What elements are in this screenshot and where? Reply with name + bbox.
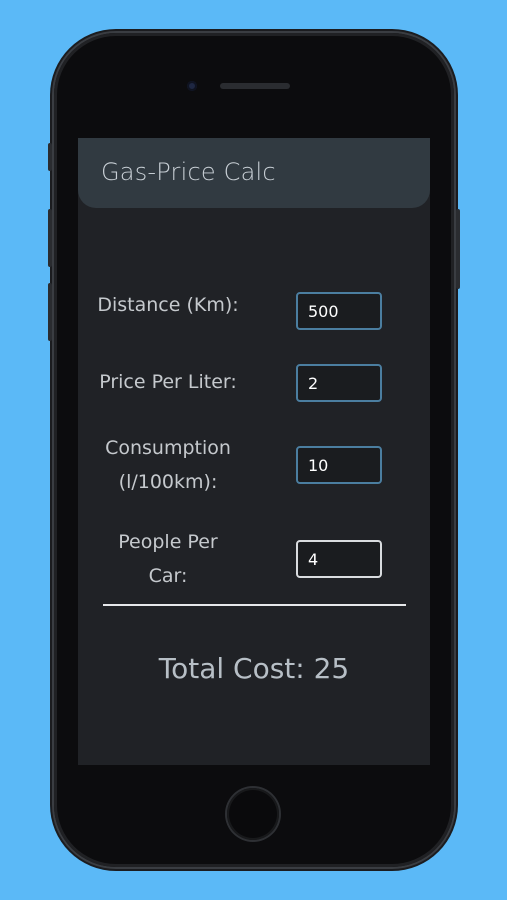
people-label: People Per Car:: [78, 525, 258, 593]
consumption-label-line2: (l/100km):: [118, 471, 218, 493]
divider: [103, 604, 406, 606]
navigation-bar: Gas-Price Calc: [78, 138, 430, 208]
price-label: Price Per Liter:: [78, 365, 258, 399]
silent-switch: [48, 143, 52, 171]
distance-input[interactable]: [296, 292, 382, 330]
total-cost-label: Total Cost: 25: [158, 652, 350, 685]
phone-frame: Gas-Price Calc Distance (Km): Price Per …: [48, 33, 460, 867]
distance-label: Distance (Km):: [78, 288, 258, 322]
power-button: [456, 209, 460, 289]
app-screen: Gas-Price Calc Distance (Km): Price Per …: [78, 138, 430, 765]
price-per-liter-input[interactable]: [296, 364, 382, 402]
front-camera: [187, 81, 197, 91]
distance-label-text: Distance (Km):: [97, 294, 239, 316]
price-label-text: Price Per Liter:: [99, 371, 237, 393]
people-per-car-input[interactable]: [296, 540, 382, 578]
home-button[interactable]: [227, 788, 279, 840]
people-label-line1: People Per: [118, 531, 218, 553]
volume-down-button: [48, 283, 52, 341]
people-label-line2: Car:: [148, 565, 188, 587]
volume-up-button: [48, 209, 52, 267]
consumption-label-line1: Consumption: [105, 437, 231, 459]
app-title: Gas-Price Calc: [101, 158, 276, 186]
consumption-input[interactable]: [296, 446, 382, 484]
consumption-label: Consumption (l/100km):: [78, 431, 258, 499]
earpiece-speaker: [220, 83, 290, 89]
